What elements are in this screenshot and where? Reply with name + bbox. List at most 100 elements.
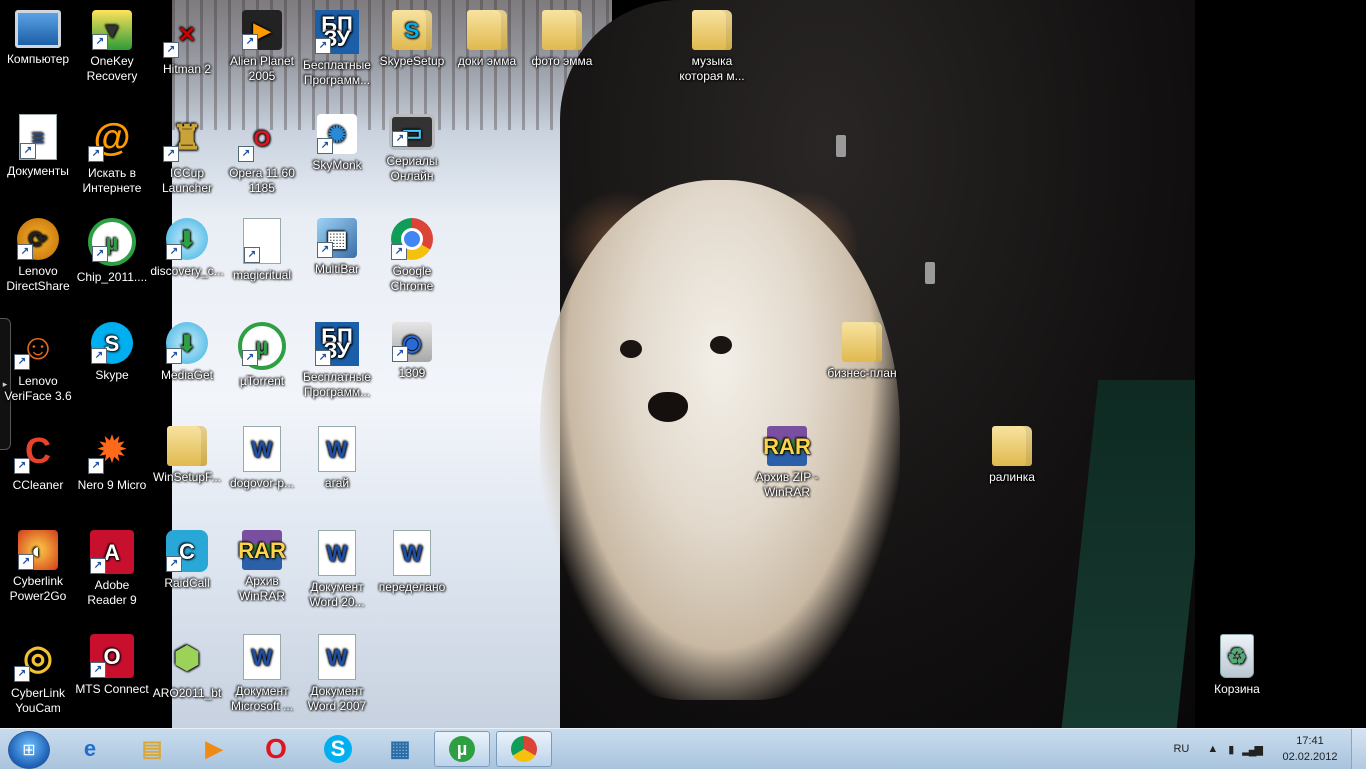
desktop-icon-youcam[interactable]: ◎ ↗ CyberLink YouCam bbox=[0, 628, 76, 728]
desktop-icon-bp-programs-1[interactable]: БП ЗУ ↗ Бесплатные Программ... bbox=[299, 4, 375, 104]
windows-logo-icon: ⊞ bbox=[22, 742, 36, 759]
desktop-icon-bp-programs-2[interactable]: БП ЗУ ↗ Бесплатные Программ... bbox=[299, 316, 375, 416]
desktop-icon-ccleaner[interactable]: C ↗ CCleaner bbox=[0, 420, 76, 520]
bp-icon: БП ЗУ ↗ bbox=[315, 10, 359, 54]
winrar-icon: RAR bbox=[238, 530, 286, 570]
word-doc-icon: W bbox=[318, 530, 356, 576]
utorrent-icon: µ ↗ bbox=[238, 322, 286, 370]
folder-icon bbox=[992, 426, 1032, 466]
icon-label: Документ Word 20... bbox=[309, 580, 365, 609]
desktop-icon-skymonk[interactable]: ✺ ↗ SkyMonk bbox=[299, 108, 375, 208]
desktop-icon-chip-2011[interactable]: µ ↗ Chip_2011.... bbox=[74, 212, 150, 312]
desktop-icon-ralinka[interactable]: ралинка bbox=[974, 420, 1050, 520]
desktop-icon-mts-connect[interactable]: O ↗ MTS Connect bbox=[74, 628, 150, 728]
desktop-icon-word-doc-microsoft[interactable]: W Документ Microsoft ... bbox=[224, 628, 300, 728]
icon-label: Alien Planet 2005 bbox=[229, 54, 295, 83]
desktop-icon-nero[interactable]: ✹ ↗ Nero 9 Micro bbox=[74, 420, 150, 520]
desktop-icon-skype[interactable]: S ↗ Skype bbox=[74, 316, 150, 416]
icon-label: Документы bbox=[7, 164, 69, 178]
desktop-icon-aro2011[interactable]: ⬢ ARO2011_bt bbox=[149, 628, 225, 728]
chrome-icon: ↗ bbox=[391, 218, 433, 260]
hitman-icon: ✕ ↗ bbox=[163, 10, 211, 58]
desktop-icon-skypesetup[interactable]: S SkypeSetup bbox=[374, 4, 450, 104]
taskbar-multibar[interactable]: ▦ bbox=[372, 731, 428, 767]
desktop-icon-web-search[interactable]: @ ↗ Искать в Интернете bbox=[74, 108, 150, 208]
battery-icon[interactable]: ▮ bbox=[1228, 743, 1234, 756]
utorrent-icon: µ ↗ bbox=[88, 218, 136, 266]
installer-icon: S bbox=[392, 10, 432, 50]
desktop-icon-agai[interactable]: W агай bbox=[299, 420, 375, 520]
desktop-icon-multibar[interactable]: ▦ ↗ MultiBar bbox=[299, 212, 375, 312]
desktop-icon-muzyka[interactable]: музыка которая м... bbox=[674, 4, 750, 104]
show-desktop-button[interactable] bbox=[1351, 729, 1366, 769]
desktop-icon-foto-emma[interactable]: фото эмма bbox=[524, 4, 600, 104]
desktop-icon-winsetupf[interactable]: WinSetupF... bbox=[149, 420, 225, 520]
icon-label: WinSetupF... bbox=[152, 470, 222, 484]
desktop-icon-power2go[interactable]: ◐ ↗ Cyberlink Power2Go bbox=[0, 524, 76, 624]
icon-label: Lenovo DirectShare bbox=[6, 264, 70, 293]
clock-time: 17:41 bbox=[1296, 735, 1324, 747]
desktop-icon-alien-planet[interactable]: ▶ ↗ Alien Planet 2005 bbox=[224, 4, 300, 104]
folder-icon: ▤ bbox=[141, 736, 163, 761]
desktop-icon-veriface[interactable]: ☺ ↗ Lenovo VeriFace 3.6 bbox=[0, 316, 76, 416]
desktop-icon-computer[interactable]: Компьютер bbox=[0, 4, 76, 104]
youcam-icon: ◎ ↗ bbox=[14, 634, 62, 682]
desktop-icon-documents[interactable]: ≡ ↗ Документы bbox=[0, 108, 76, 208]
desktop-icon-discovery[interactable]: ⬇ ↗ discovery_c... bbox=[149, 212, 225, 312]
desktop-icon-raidcall[interactable]: C ↗ RaidCall bbox=[149, 524, 225, 624]
icon-label: Архив WinRAR bbox=[238, 574, 285, 603]
desktop-icon-hitman-2[interactable]: ✕ ↗ Hitman 2 bbox=[149, 4, 225, 104]
desktop-icon-mediaget[interactable]: ⬇ ↗ MediaGet bbox=[149, 316, 225, 416]
desktop-icon-iccup[interactable]: ♜ ↗ ICCup Launcher bbox=[149, 108, 225, 208]
show-hidden-icons-icon[interactable]: ▲ bbox=[1207, 743, 1218, 755]
taskbar-opera[interactable]: O bbox=[248, 731, 304, 767]
blank-file-icon: ↗ bbox=[243, 218, 281, 264]
web-search-icon: @ ↗ bbox=[88, 114, 136, 162]
icon-label: µTorrent bbox=[239, 374, 285, 388]
desktop-icon-serialy[interactable]: ▭ ↗ Сериалы Онлайн bbox=[374, 108, 450, 208]
word-doc-icon: W bbox=[243, 634, 281, 680]
language-indicator[interactable]: RU bbox=[1173, 743, 1189, 755]
icon-label: агай bbox=[324, 476, 350, 490]
icon-label: Opera 11.60 1185 bbox=[229, 166, 295, 195]
desktop-icon-word-doc-2007[interactable]: W Документ Word 2007 bbox=[299, 628, 375, 728]
desktop-icon-doki-emma[interactable]: доки эмма bbox=[449, 4, 525, 104]
desktop-icon-zip-archive[interactable]: RAR Архив ZIP - WinRAR bbox=[749, 420, 825, 520]
icon-label: dogovor-p... bbox=[229, 476, 295, 490]
desktop-icon-adobe-reader[interactable]: A ↗ Adobe Reader 9 bbox=[74, 524, 150, 624]
tv-icon: ▭ ↗ bbox=[389, 114, 435, 150]
icon-label: MediaGet bbox=[160, 368, 214, 382]
taskbar-internet-explorer[interactable]: e bbox=[62, 731, 118, 767]
icon-label: Nero 9 Micro bbox=[77, 478, 147, 492]
desktop-icon-dogovor[interactable]: W dogovor-p... bbox=[224, 420, 300, 520]
taskbar-skype[interactable]: S bbox=[310, 731, 366, 767]
taskbar-media-player[interactable]: ▶ bbox=[186, 731, 242, 767]
desktop-icon-utorrent[interactable]: µ ↗ µTorrent bbox=[224, 316, 300, 416]
desktop-icon-onekey-recovery[interactable]: ▼ ↗ OneKey Recovery bbox=[74, 4, 150, 104]
multibar-icon: ▦ bbox=[389, 736, 411, 761]
desktop-icon-biznes-plan[interactable]: бизнес-план bbox=[824, 316, 900, 416]
icon-label: доки эмма bbox=[457, 54, 517, 68]
raidcall-icon: C ↗ bbox=[166, 530, 208, 572]
clock-date: 02.02.2012 bbox=[1282, 751, 1338, 763]
desktop-icon-1309[interactable]: ◉ ↗ 1309 bbox=[374, 316, 450, 416]
desktop-icon-magicritual[interactable]: ↗ magicritual bbox=[224, 212, 300, 312]
desktop-icon-word-doc-20[interactable]: W Документ Word 20... bbox=[299, 524, 375, 624]
system-tray: RU ▲ ▮ ▂▄▆ 17:41 02.02.2012 bbox=[1173, 729, 1366, 769]
icon-label: Корзина bbox=[1214, 682, 1260, 696]
icon-label: Google Chrome bbox=[390, 264, 434, 293]
icon-label: Cyberlink Power2Go bbox=[9, 574, 67, 603]
taskbar-chrome[interactable] bbox=[496, 731, 552, 767]
desktop-icon-winrar-archive[interactable]: RAR Архив WinRAR bbox=[224, 524, 300, 624]
clock[interactable]: 17:41 02.02.2012 bbox=[1275, 733, 1345, 765]
desktop-icon-opera[interactable]: O ↗ Opera 11.60 1185 bbox=[224, 108, 300, 208]
mts-icon: O ↗ bbox=[90, 634, 134, 678]
signal-icon[interactable]: ▂▄▆ bbox=[1242, 743, 1263, 756]
start-button[interactable]: ⊞ bbox=[8, 731, 50, 769]
taskbar-explorer[interactable]: ▤ bbox=[124, 731, 180, 767]
desktop-icon-peredelano[interactable]: W переделано bbox=[374, 524, 450, 624]
taskbar-utorrent[interactable]: µ bbox=[434, 731, 490, 767]
desktop-icon-lenovo-directshare[interactable]: ⟳ ↗ Lenovo DirectShare bbox=[0, 212, 76, 312]
desktop-icon-recycle-bin[interactable]: ♻ Корзина bbox=[1199, 628, 1275, 728]
desktop-icon-google-chrome[interactable]: ↗ Google Chrome bbox=[374, 212, 450, 312]
